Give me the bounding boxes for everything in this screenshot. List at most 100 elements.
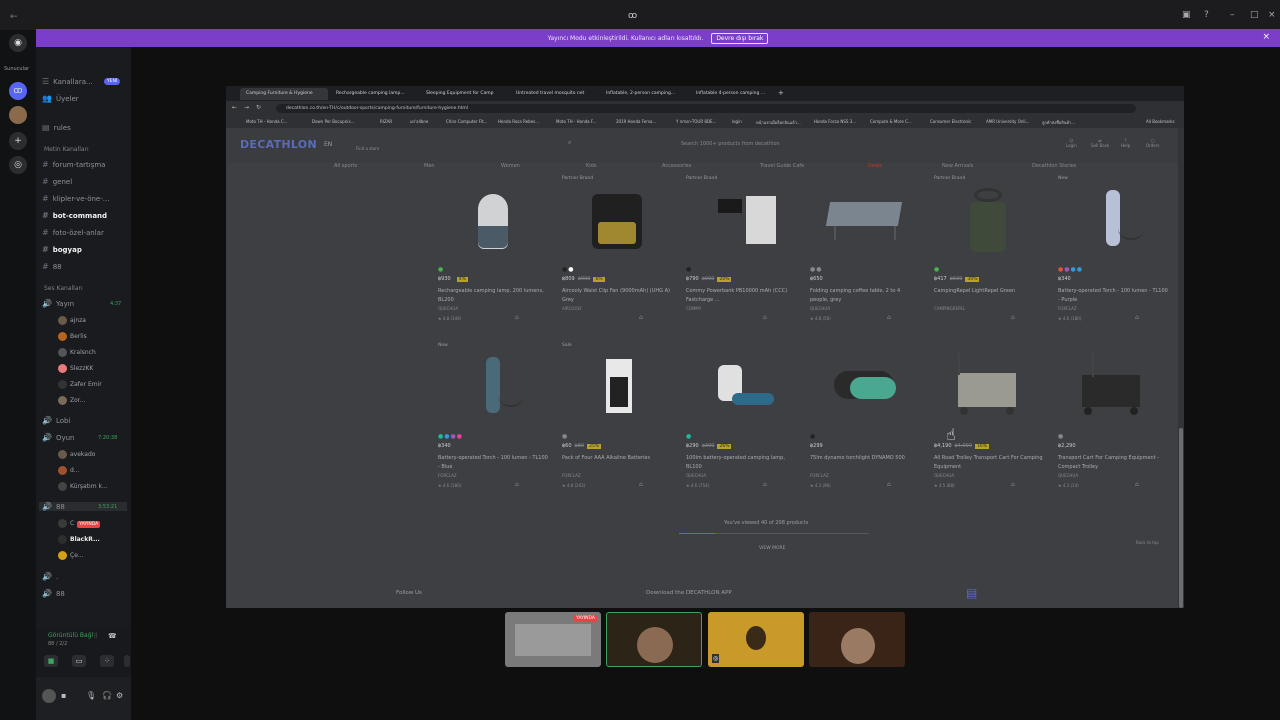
nav-item[interactable]: All sports: [334, 163, 357, 169]
product-name[interactable]: Aircooly Waist Clip Fan (9000mAh) (UHG A…: [562, 287, 672, 305]
nav-item[interactable]: New Arrivals: [942, 163, 973, 169]
activities-icon[interactable]: ⁘: [100, 655, 114, 667]
product-card[interactable]: Partner Brand ●● ฿809 ฿999 6% Aircooly Waist …: [562, 176, 672, 326]
search-input[interactable]: Search 1000+ products from decathlon: [566, 138, 866, 150]
microphone-icon[interactable]: 🎙: [86, 691, 96, 700]
product-card[interactable]: New ●●●● ฿340 Battery-operated Torch - 100 …: [438, 343, 548, 493]
address-input[interactable]: decathlon.co.th/en-TH/c/outdoor-sports/c…: [276, 104, 1136, 113]
noise-icon[interactable]: ⫶⫶: [94, 632, 98, 641]
voice-user[interactable]: Kralsnch: [58, 348, 96, 357]
bookmark[interactable]: ลูกค้าส่งซื้อสินค้า...: [1042, 119, 1075, 126]
add-to-cart-icon[interactable]: ⌂: [639, 481, 643, 488]
product-name[interactable]: Transport Cart For Camping Equipment - C…: [1058, 454, 1168, 472]
browser-tab[interactable]: Inflatable, 2-person camping...: [600, 88, 688, 100]
browser-tab[interactable]: Camping Furniture & Hygiene: [240, 88, 328, 100]
soundboard-icon[interactable]: [124, 655, 130, 667]
product-image[interactable]: [448, 351, 538, 426]
nav-item-deals[interactable]: Deals: [868, 163, 882, 169]
voice-channel-88b[interactable]: 🔊 88: [42, 589, 65, 598]
bookmark[interactable]: Honda Forza NSS 3...: [814, 119, 856, 124]
close-window-icon[interactable]: ×: [1268, 10, 1276, 20]
product-card[interactable]: Partner Brand ● ฿790 ฿990 20% Commy Powerbank…: [686, 176, 796, 326]
voice-user[interactable]: ajnza: [58, 316, 86, 325]
add-to-cart-icon[interactable]: ⌂: [515, 314, 519, 321]
product-name[interactable]: Rechargeable camping lamp, 200 lumens, B…: [438, 287, 548, 305]
product-name[interactable]: Commy Powerbank PB10000 mAh (CCC) Fastch…: [686, 287, 796, 305]
voice-channel-oyun[interactable]: 🔊 Oyun: [42, 433, 75, 442]
product-image[interactable]: [820, 351, 910, 426]
sidebar-item-browse-channels[interactable]: ☰ Kanallara...: [42, 77, 93, 86]
server-icon-active[interactable]: ꝏ: [9, 82, 27, 100]
bookmark[interactable]: All Bookmarks: [1146, 119, 1175, 124]
color-swatches[interactable]: ●●: [810, 266, 823, 273]
voice-user[interactable]: Kürşatım k...: [58, 482, 108, 491]
back-to-top-link[interactable]: Back to top: [1136, 540, 1159, 545]
product-name[interactable]: Battery-operated Torch - 100 lumen - TL1…: [438, 454, 548, 472]
add-to-cart-icon[interactable]: ⌂: [515, 481, 519, 488]
voice-user[interactable]: Çe...: [58, 551, 84, 560]
color-swatches[interactable]: ●●●●: [438, 433, 463, 440]
channel-foto[interactable]: # foto-özel-anlar: [42, 228, 104, 237]
product-image[interactable]: [944, 351, 1034, 426]
explore-icon[interactable]: ◎: [9, 156, 27, 174]
product-name[interactable]: 100lm battery-operated camping lamp, BL1…: [686, 454, 796, 472]
nav-item[interactable]: Decathlon Stories: [1032, 163, 1076, 169]
new-tab-icon[interactable]: +: [778, 89, 784, 97]
product-card[interactable]: ●● ฿650 Folding camping coffee table, 2 to…: [810, 176, 920, 326]
color-swatches[interactable]: ●: [438, 266, 444, 273]
server-icon[interactable]: [9, 106, 27, 124]
bookmark[interactable]: RIZAR: [380, 119, 392, 124]
stream-tile-camera[interactable]: [809, 612, 905, 667]
find-store-link[interactable]: Find a store: [356, 146, 379, 151]
nav-item[interactable]: Kids: [586, 163, 596, 169]
bookmark[interactable]: Moto TH - Honda C...: [246, 119, 287, 124]
browser-tab[interactable]: Rechargeable camping lamp...: [330, 88, 418, 100]
browser-tab[interactable]: Untreated travel mosquito net: [510, 88, 598, 100]
channel-genel[interactable]: # genel: [42, 177, 72, 186]
product-image[interactable]: [820, 184, 910, 259]
channel-klipler[interactable]: # klipler-ve-öne-...: [42, 194, 109, 203]
product-card[interactable]: ● ฿2,290 Transport Cart For Camping Equipm…: [1058, 343, 1168, 493]
disable-streamer-button[interactable]: Devre dışı bırak: [711, 32, 769, 44]
scrollbar-thumb[interactable]: [1179, 428, 1183, 608]
nav-item[interactable]: Men: [424, 163, 435, 169]
voice-user[interactable]: avekado: [58, 450, 95, 459]
browser-tab[interactable]: Inflatable 4-person camping ...: [690, 88, 778, 100]
settings-gear-icon[interactable]: ⚙: [116, 691, 123, 700]
voice-user[interactable]: SlezzKK: [58, 364, 93, 373]
inbox-icon[interactable]: ▣: [1182, 10, 1191, 20]
back-icon[interactable]: ←: [10, 12, 18, 22]
color-swatches[interactable]: ●: [562, 433, 568, 440]
color-swatches[interactable]: ●: [810, 433, 816, 440]
nav-back-icon[interactable]: ←: [232, 104, 237, 111]
voice-user[interactable]: Zor...: [58, 396, 85, 405]
sell-back-link[interactable]: ⇄ Sell Back: [1091, 138, 1109, 148]
orders-link[interactable]: ▢ Orders: [1146, 138, 1159, 148]
camera-icon[interactable]: ■: [44, 655, 58, 667]
bookmark[interactable]: un'allbne: [410, 119, 428, 124]
disconnect-icon[interactable]: ☎: [108, 632, 117, 640]
color-swatches[interactable]: ●: [934, 266, 940, 273]
voice-channel-dot[interactable]: 🔊.: [42, 572, 58, 581]
add-to-cart-icon[interactable]: ⌂: [639, 314, 643, 321]
voice-user-self[interactable]: C YAYINDA: [58, 519, 101, 528]
product-image[interactable]: [696, 184, 786, 259]
bookmark[interactable]: login: [732, 119, 742, 124]
stream-tile-camera[interactable]: [606, 612, 702, 667]
bookmark[interactable]: Down Per Bocupnix...: [312, 119, 355, 124]
sidebar-item-members[interactable]: 👥 Üyeler: [42, 94, 79, 103]
headphones-icon[interactable]: 🎧: [102, 691, 112, 700]
product-image[interactable]: [696, 351, 786, 426]
nav-forward-icon[interactable]: →: [244, 104, 249, 111]
product-card[interactable]: Sale ● ฿60 ฿80 25% Pack of Four AAA Alkaline …: [562, 343, 672, 493]
product-image[interactable]: [1068, 351, 1158, 426]
add-to-cart-icon[interactable]: ⌂: [763, 481, 767, 488]
add-to-cart-icon[interactable]: ⌂: [1011, 314, 1015, 321]
view-more-button[interactable]: VIEW MORE: [759, 546, 786, 551]
product-name[interactable]: All Road Trolley Transport Cart For Camp…: [934, 454, 1044, 472]
voice-channel-yayin[interactable]: 🔊 Yayın: [42, 299, 74, 308]
bookmark[interactable]: Compute & More C...: [870, 119, 912, 124]
add-to-cart-icon[interactable]: ⌂: [887, 314, 891, 321]
text-category[interactable]: Metin Kanalları: [44, 146, 89, 153]
add-to-cart-icon[interactable]: ⌂: [887, 481, 891, 488]
